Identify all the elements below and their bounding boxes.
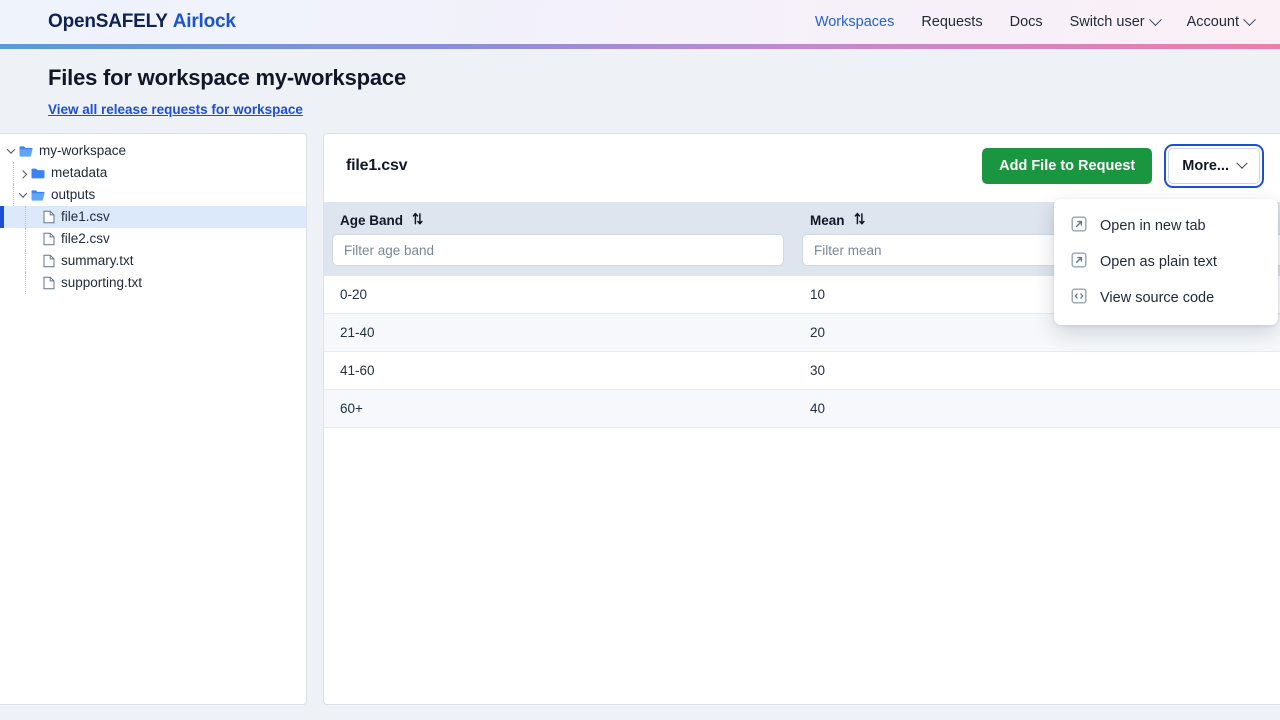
tree-guide-line [25,206,26,228]
nav-item-requests[interactable]: Requests [921,14,982,30]
cell-age-band: 41-60 [324,351,794,390]
tree-label: summary.txt [61,253,134,269]
file-action-buttons: Add File to Request More... Open in new … [982,148,1278,325]
cell-mean: 30 [794,351,1264,390]
column-header-age-band[interactable]: Age Band [324,202,794,234]
column-label: Age Band [340,212,404,228]
brand-name-open: OpenSAFELY [48,11,168,32]
tree-item-supporting-txt[interactable]: supporting.txt [0,272,306,294]
menu-item-open-as-plain-text[interactable]: Open as plain text [1054,244,1278,280]
page-title: Files for workspace my-workspace [48,65,406,90]
file-icon [43,210,55,224]
file-icon [43,232,55,246]
brand-logo[interactable]: OpenSAFELY Airlock [48,11,236,33]
more-options-label: More... [1182,158,1229,174]
chevron-down-icon[interactable] [16,189,29,202]
nav-label-switch-user: Switch user [1069,14,1145,30]
file-toolbar: file1.csv Add File to Request More... Op… [324,134,1280,325]
chevron-down-icon [1148,12,1162,26]
menu-item-label: View source code [1100,290,1215,306]
nav-label-workspaces: Workspaces [814,14,895,30]
tree-item-outputs[interactable]: outputs [0,184,306,206]
content-area: my-workspace metadata outputs file1.csv … [0,133,1280,705]
folder-closed-icon [31,167,45,180]
tree-guide-line [25,228,26,250]
column-label: Mean [810,212,845,228]
tree-guide-line [25,250,26,272]
menu-item-view-source-code[interactable]: View source code [1054,280,1278,316]
view-all-release-requests-link[interactable]: View all release requests for workspace [48,102,303,117]
folder-open-icon [19,145,33,158]
file-tree-sidebar: my-workspace metadata outputs file1.csv … [0,133,307,705]
cell-age-band: 21-40 [324,313,794,352]
cell-mean: 40 [794,389,1264,428]
chevron-down-icon [1243,12,1256,26]
file-content-panel: file1.csv Add File to Request More... Op… [323,133,1280,705]
tree-label: file2.csv [61,231,110,247]
tree-label: metadata [51,165,108,181]
sort-icon[interactable] [412,212,423,228]
tree-item-file2-csv[interactable]: file2.csv [0,228,306,250]
menu-item-label: Open as plain text [1100,254,1217,270]
nav-label-docs: Docs [1009,14,1043,30]
current-file-name: file1.csv [346,157,408,174]
tree-item-file1-csv[interactable]: file1.csv [0,206,306,228]
nav-item-workspaces[interactable]: Workspaces [815,14,895,30]
tree-label: file1.csv [61,209,110,225]
table-row: 60+ 40 [324,389,1280,428]
table-row: 41-60 30 [324,351,1280,390]
nav-label-account: Account [1186,14,1239,30]
sort-icon[interactable] [854,212,865,228]
nav-label-requests: Requests [921,14,983,30]
more-options-button[interactable]: More... [1168,148,1260,184]
add-file-to-request-button[interactable]: Add File to Request [982,148,1153,184]
chevron-down-icon [1236,157,1248,169]
file-icon [43,276,55,290]
tree-item-metadata[interactable]: metadata [0,162,306,184]
folder-open-icon [31,189,45,202]
menu-item-open-in-new-tab[interactable]: Open in new tab [1054,208,1278,244]
chevron-right-icon[interactable] [16,167,29,180]
tree-item-my-workspace[interactable]: my-workspace [0,140,306,162]
cell-extra [1264,351,1280,390]
tree-label: supporting.txt [61,275,143,291]
code-brackets-icon [1071,288,1087,308]
tree-item-summary-txt[interactable]: summary.txt [0,250,306,272]
site-header: OpenSAFELY Airlock Workspaces Requests Do… [0,0,1280,44]
external-link-icon [1071,216,1087,236]
filter-cell-age-band [324,234,794,276]
brand-name-product: Airlock [172,11,236,32]
file-icon [43,254,55,268]
tree-label: my-workspace [39,143,127,159]
tree-guide-line [13,184,14,206]
more-options-dropdown-menu: Open in new tab Open as plain text View … [1054,199,1278,325]
nav-item-account[interactable]: Account [1186,12,1256,30]
external-link-icon [1071,252,1087,272]
cell-age-band: 0-20 [324,276,794,314]
cell-extra [1264,389,1280,428]
tree-label: outputs [51,187,96,203]
chevron-down-icon[interactable] [4,145,17,158]
nav-item-switch-user[interactable]: Switch user [1069,12,1162,30]
tree-guide-line [25,272,26,294]
cell-age-band: 60+ [324,389,794,428]
tree-guide-line [13,162,14,184]
nav-item-docs[interactable]: Docs [1010,14,1043,30]
menu-item-label: Open in new tab [1100,218,1206,234]
page-header: Files for workspace my-workspace View al… [0,49,1280,133]
filter-input-age-band[interactable] [332,234,784,266]
main-navigation: Workspaces Requests Docs Switch user Acc… [815,12,1256,30]
